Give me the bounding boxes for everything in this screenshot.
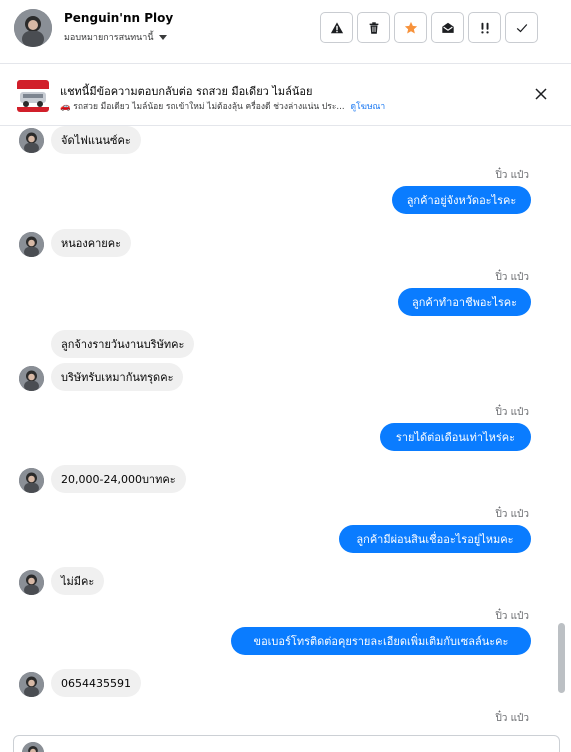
outgoing-message[interactable]: ขอเบอร์โทรติดต่อคุยรายละเอียดเพิ่มเติมกั… bbox=[231, 627, 531, 655]
check-icon bbox=[516, 23, 527, 32]
incoming-message[interactable]: 20,000-24,000บาทคะ bbox=[51, 465, 186, 493]
sender-avatar bbox=[19, 366, 44, 391]
ad-banner-subtitle: 🚗 รถสวย มือเดียว ไมล์น้อย รถเข้าใหม่ ไม่… bbox=[60, 102, 345, 112]
composer-avatar bbox=[22, 742, 44, 752]
sender-avatar bbox=[19, 672, 44, 697]
sender-name: ปิ๋ว แป๋ว bbox=[495, 170, 529, 181]
sender-name: ปิ๋ว แป๋ว bbox=[495, 407, 529, 418]
assign-conversation-dropdown[interactable]: มอบหมายการสนทนานี้ bbox=[64, 30, 167, 44]
star-button[interactable] bbox=[394, 12, 427, 43]
message-thread[interactable]: จัดไฟแนนซ์คะ ปิ๋ว แป๋ว ลูกค้าอยู่จังหวัด… bbox=[0, 126, 571, 752]
follow-up-button[interactable] bbox=[468, 12, 501, 43]
warning-icon bbox=[330, 21, 343, 33]
ad-reply-banner: แชทนี้มีข้อความตอบกลับต่อ รถสวย มือเดียว… bbox=[0, 64, 571, 126]
outgoing-message[interactable]: ลูกค้าทำอาชีพอะไรคะ bbox=[398, 288, 531, 316]
mark-unread-button[interactable] bbox=[431, 12, 464, 43]
sender-name: ปิ๋ว แป๋ว bbox=[495, 272, 529, 283]
incoming-message[interactable]: จัดไฟแนนซ์คะ bbox=[51, 126, 141, 154]
ad-banner-subtitle-row: 🚗 รถสวย มือเดียว ไมล์น้อย รถเข้าใหม่ ไม่… bbox=[60, 99, 385, 113]
follow-up-icon bbox=[480, 22, 489, 34]
incoming-message[interactable]: บริษัทรับเหมากันทรุดคะ bbox=[51, 363, 184, 391]
delete-button[interactable] bbox=[357, 12, 390, 43]
contact-avatar[interactable] bbox=[14, 9, 52, 47]
trash-icon bbox=[369, 21, 378, 34]
sender-name: ปิ๋ว แป๋ว bbox=[495, 713, 529, 724]
outgoing-message[interactable]: ลูกค้ามีผ่อนสินเชื่ออะไรอยู่ไหมคะ bbox=[339, 525, 531, 553]
ad-thumbnail[interactable] bbox=[17, 80, 49, 112]
view-ad-link[interactable]: ดูโฆษณา bbox=[351, 99, 386, 113]
conversation-header: Penguin'nn Ploy มอบหมายการสนทนานี้ bbox=[0, 0, 571, 64]
incoming-message[interactable]: ไม่มีคะ bbox=[51, 567, 105, 595]
caret-down-icon bbox=[158, 34, 167, 40]
incoming-message[interactable]: หนองคายคะ bbox=[51, 229, 131, 257]
mark-unread-icon bbox=[441, 22, 454, 33]
star-icon bbox=[404, 21, 417, 34]
report-spam-button[interactable] bbox=[320, 12, 353, 43]
sender-avatar bbox=[19, 232, 44, 257]
incoming-message[interactable]: ลูกจ้างรายวันงานบริษัทคะ bbox=[51, 330, 195, 358]
sender-name: ปิ๋ว แป๋ว bbox=[495, 509, 529, 520]
sender-avatar bbox=[19, 128, 44, 153]
message-composer[interactable] bbox=[13, 735, 560, 752]
ad-banner-title: แชทนี้มีข้อความตอบกลับต่อ รถสวย มือเดียว… bbox=[60, 85, 313, 98]
sender-avatar bbox=[19, 570, 44, 595]
header-actions bbox=[320, 12, 538, 43]
assign-label: มอบหมายการสนทนานี้ bbox=[64, 33, 154, 43]
outgoing-message[interactable]: ลูกค้าอยู่จังหวัดอะไรคะ bbox=[392, 186, 531, 214]
close-banner-icon[interactable] bbox=[533, 86, 549, 102]
sender-name: ปิ๋ว แป๋ว bbox=[495, 611, 529, 622]
incoming-message[interactable]: 0654435591 bbox=[51, 669, 141, 697]
outgoing-message[interactable]: รายได้ต่อเดือนเท่าไหร่คะ bbox=[380, 423, 531, 451]
thread-scrollbar-thumb[interactable] bbox=[558, 623, 565, 693]
contact-name[interactable]: Penguin'nn Ploy bbox=[64, 11, 173, 25]
done-button[interactable] bbox=[505, 12, 538, 43]
sender-avatar bbox=[19, 468, 44, 493]
